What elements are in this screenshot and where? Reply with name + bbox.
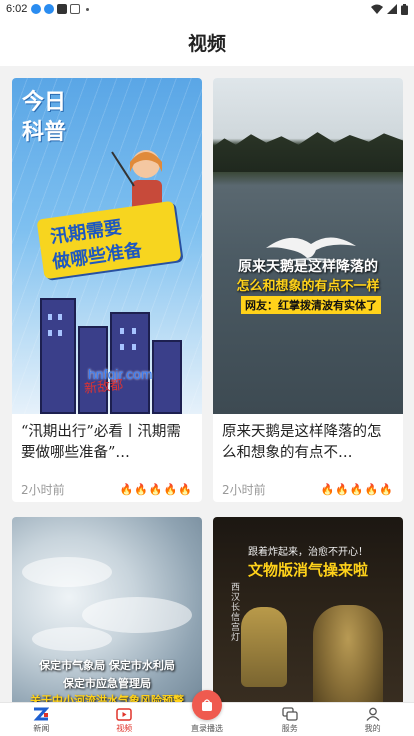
video-card[interactable]: 保定市气象局 保定市水利局 保定市应急管理局 关于中小河流洪水气象风险预警 [12, 517, 202, 702]
tab-label: 直录播选 [190, 723, 223, 733]
science-logo: 今日 科普 [22, 89, 67, 145]
service-chat-icon [281, 706, 299, 722]
status-bar: 6:02 [0, 0, 414, 18]
thumb-line-1: 保定市气象局 保定市水利局 [39, 659, 175, 672]
tab-me[interactable]: 我的 [331, 703, 414, 736]
video-thumbnail[interactable]: 原来天鹅是这样降落的 怎么和想象的有点不一样 网友：红掌拨清波有实体了 [213, 78, 403, 414]
thumb-caption-3: 网友：红掌拨清波有实体了 [241, 296, 381, 314]
thumb-caption-2: 怎么和想象的有点不一样 [236, 279, 380, 294]
heat-flames-icon: 🔥🔥🔥🔥🔥 [119, 483, 193, 496]
dot-icon [86, 7, 90, 11]
tab-label: 新闻 [33, 723, 50, 733]
live-bag-icon [202, 699, 212, 711]
video-card[interactable]: 今日 科普 汛期需要 做哪些准备 hnfqjr.com 新敌都 “汛期出行”必看… [12, 78, 202, 502]
notification-blue-icon [31, 4, 42, 14]
video-feed[interactable]: 今日 科普 汛期需要 做哪些准备 hnfqjr.com 新敌都 “汛期出行”必看… [0, 66, 414, 702]
video-time: 2小时前 [21, 483, 65, 497]
thumb-line-3: 关于中小河流洪水气象风险预警 [30, 694, 184, 702]
notification-blue-icon [44, 4, 55, 14]
thumb-line-1: 跟着炸起来，治愈不开心！ [248, 547, 368, 558]
video-play-icon [115, 706, 133, 722]
tab-service[interactable]: 服务 [248, 703, 331, 736]
tab-label: 服务 [281, 723, 298, 733]
news-logo-icon [32, 706, 50, 722]
app-dark-icon [57, 4, 68, 14]
video-thumbnail[interactable]: 跟着炸起来，治愈不开心！ 文物版消气操来啦 西汉长信宫灯 [213, 517, 403, 702]
video-card[interactable]: 原来天鹅是这样降落的 怎么和想象的有点不一样 网友：红掌拨清波有实体了 原来天鹅… [213, 78, 403, 502]
building [110, 312, 150, 414]
live-broadcast-button[interactable] [192, 690, 222, 720]
video-thumbnail[interactable]: 今日 科普 汛期需要 做哪些准备 hnfqjr.com 新敌都 [12, 78, 202, 414]
signal-icon [387, 4, 397, 14]
tab-news[interactable]: 新闻 [0, 703, 83, 736]
video-card[interactable]: 跟着炸起来，治愈不开心！ 文物版消气操来啦 西汉长信宫灯 [213, 517, 403, 702]
heat-flames-icon: 🔥🔥🔥🔥🔥 [320, 483, 394, 496]
thumb-line-2: 文物版消气操来啦 [247, 561, 368, 579]
page-header: 视频 [0, 18, 414, 66]
thumb-line-2: 保定市应急管理局 [63, 677, 151, 690]
video-time: 2小时前 [222, 483, 266, 497]
bronze-statue [313, 605, 383, 702]
bronze-lamp [241, 607, 287, 687]
video-thumbnail[interactable]: 保定市气象局 保定市水利局 保定市应急管理局 关于中小河流洪水气象风险预警 [12, 517, 202, 702]
tab-video[interactable]: 视频 [83, 703, 166, 736]
watermark-seal: 新敌都 [83, 377, 124, 397]
battery-icon [401, 3, 408, 15]
tree-line [213, 132, 403, 172]
video-title[interactable]: 原来天鹅是这样降落的怎么和想象的有点不… [213, 414, 403, 466]
user-profile-icon [364, 706, 382, 722]
tab-label: 视频 [116, 723, 133, 733]
wifi-icon [371, 4, 383, 14]
page-title: 视频 [187, 32, 226, 55]
tab-label: 我的 [364, 723, 381, 733]
box-outline-icon [70, 4, 81, 14]
status-time: 6:02 [6, 3, 28, 15]
video-title[interactable]: “汛期出行”必看丨汛期需要做哪些准备”… [12, 414, 202, 466]
building [152, 340, 182, 414]
thumb-caption-1: 原来天鹅是这样降落的 [238, 259, 378, 275]
